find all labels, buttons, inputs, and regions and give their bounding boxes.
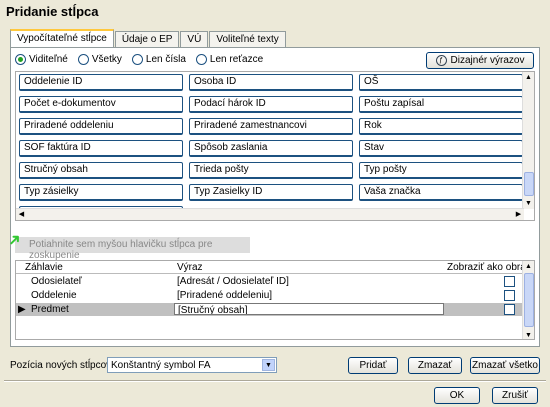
radio-visible[interactable]: Viditeľné <box>15 54 68 65</box>
radio-numbers-only[interactable]: Len čísla <box>131 54 186 65</box>
bottom-bar: Pozícia nových stĺpcov: Konštantný symbo… <box>10 357 540 377</box>
radio-label: Len čísla <box>145 54 186 65</box>
expression-cell[interactable]: [Stručný obsah] <box>174 303 444 315</box>
expression-designer-button[interactable]: ƒ Dizajnér výrazov <box>426 52 534 69</box>
radio-all[interactable]: Všetky <box>77 54 122 65</box>
scroll-up-icon[interactable]: ▲ <box>523 72 534 83</box>
header-column-header[interactable]: Záhlavie <box>22 261 170 274</box>
scroll-thumb[interactable] <box>524 172 534 196</box>
expression-column-header[interactable]: Výraz <box>174 261 444 274</box>
field-button[interactable]: Spôsob zaslania <box>189 140 353 157</box>
window-title: Pridanie stĺpca <box>0 0 550 22</box>
field-button[interactable]: Oddelenie ID <box>19 74 183 91</box>
field-button[interactable]: Stručný obsah <box>19 162 183 179</box>
add-column-dialog: Pridanie stĺpca Vypočítateľné stĺpce Úda… <box>0 0 550 407</box>
radio-dot <box>15 54 26 65</box>
grid-header-row: Záhlavie Výraz Zobraziť ako obrázok <box>16 261 524 274</box>
expression-cell[interactable]: [Priradené oddeleniu] <box>174 289 444 302</box>
field-list: Oddelenie ID Osoba ID OŠ Počet e-dokumentov… <box>15 71 535 221</box>
add-button[interactable]: Pridať <box>348 357 398 374</box>
radio-label: Viditeľné <box>29 54 68 65</box>
tab-panel: Viditeľné Všetky Len čísla Len reťazce ƒ… <box>4 47 540 347</box>
tab-vu[interactable]: VÚ <box>180 31 209 47</box>
field-button[interactable]: Podací hárok ID <box>189 96 353 113</box>
field-button[interactable]: OŠ <box>359 74 523 91</box>
expression-cell[interactable]: [Adresát / Odosielateľ ID] <box>174 275 444 288</box>
table-row[interactable]: ▶ Predmet [Stručný obsah] <box>16 303 524 316</box>
designer-label: Dizajnér výrazov <box>450 55 525 66</box>
radio-label: Len reťazce <box>209 54 264 65</box>
ok-button[interactable]: OK <box>434 387 480 404</box>
cancel-button[interactable]: Zrušiť <box>492 387 538 404</box>
field-button[interactable]: Typ zásielky <box>19 184 183 201</box>
field-list-hscroll[interactable]: ◀ ▶ <box>16 208 524 220</box>
field-button[interactable]: Trieda pošty <box>189 162 353 179</box>
delete-all-button[interactable]: Zmazať všetko <box>470 357 540 374</box>
drag-arrow-icon: ➜ <box>4 229 26 252</box>
table-row[interactable]: Oddelenie [Priradené oddeleniu] <box>16 289 524 302</box>
field-button[interactable]: Stav <box>359 140 523 157</box>
radio-dot <box>195 54 207 65</box>
header-cell[interactable]: Predmet <box>28 303 168 316</box>
tab-ep-data[interactable]: Údaje o EP <box>114 31 180 47</box>
chevron-down-icon[interactable]: ▼ <box>262 359 275 371</box>
divider <box>4 380 546 382</box>
field-button[interactable]: SOF faktúra ID <box>19 140 183 157</box>
field-button[interactable]: Typ Zasielky ID <box>189 184 353 201</box>
grid-vscroll[interactable]: ▲ ▼ <box>522 261 534 339</box>
radio-dot <box>131 54 143 65</box>
field-button[interactable]: Rok <box>359 118 523 135</box>
scroll-down-icon[interactable]: ▼ <box>523 330 534 339</box>
position-label: Pozícia nových stĺpcov: <box>10 360 114 371</box>
show-image-checkbox[interactable] <box>504 276 515 287</box>
header-cell[interactable]: Oddelenie <box>28 289 168 302</box>
show-image-column-header[interactable]: Zobraziť ako obrázok <box>444 261 524 274</box>
field-button[interactable]: Priradené zamestnancovi <box>189 118 353 135</box>
position-select[interactable]: Konštantný symbol FA ▼ <box>107 357 277 373</box>
field-button[interactable]: Typ pošty <box>359 162 523 179</box>
header-cell[interactable]: Odosielateľ <box>28 275 168 288</box>
field-button[interactable]: Vaša značka <box>359 184 523 201</box>
tab-computed-columns[interactable]: Vypočítateľné stĺpce <box>10 29 114 47</box>
group-hint-text: Potiahnite sem myšou hlavičku stĺpca pre… <box>29 239 213 261</box>
show-image-checkbox[interactable] <box>504 304 515 315</box>
field-button[interactable]: Priradené oddeleniu <box>19 118 183 135</box>
scroll-down-icon[interactable]: ▼ <box>523 198 534 209</box>
group-by-hint[interactable]: ➜ Potiahnite sem myšou hlavičku stĺpca p… <box>4 230 250 261</box>
field-button[interactable]: Osoba ID <box>189 74 353 91</box>
field-list-vscroll[interactable]: ▲ ▼ <box>522 72 534 209</box>
scroll-left-icon[interactable]: ◀ <box>16 209 27 220</box>
field-button[interactable]: Poštu zapísal <box>359 96 523 113</box>
radio-dot <box>77 54 89 65</box>
scroll-up-icon[interactable]: ▲ <box>523 261 534 272</box>
delete-button[interactable]: Zmazať <box>408 357 462 374</box>
radio-strings-only[interactable]: Len reťazce <box>195 54 264 65</box>
radio-label: Všetky <box>91 54 122 65</box>
tab-optional-texts[interactable]: Voliteľné texty <box>209 31 286 47</box>
scroll-right-icon[interactable]: ▶ <box>513 209 524 220</box>
filter-radio-group: Viditeľné Všetky Len čísla Len reťazce <box>15 54 273 65</box>
designer-icon: ƒ <box>435 55 447 66</box>
scroll-thumb[interactable] <box>524 273 534 327</box>
tab-strip: Vypočítateľné stĺpce Údaje o EP VÚ Volit… <box>10 29 287 47</box>
table-row[interactable]: Odosielateľ [Adresát / Odosielateľ ID] <box>16 275 524 288</box>
position-value: Konštantný symbol FA <box>111 360 211 371</box>
field-button[interactable]: Počet e-dokumentov <box>19 96 183 113</box>
row-indicator-icon: ▶ <box>18 304 26 315</box>
columns-grid: Záhlavie Výraz Zobraziť ako obrázok Odos… <box>15 260 535 340</box>
show-image-checkbox[interactable] <box>504 290 515 301</box>
